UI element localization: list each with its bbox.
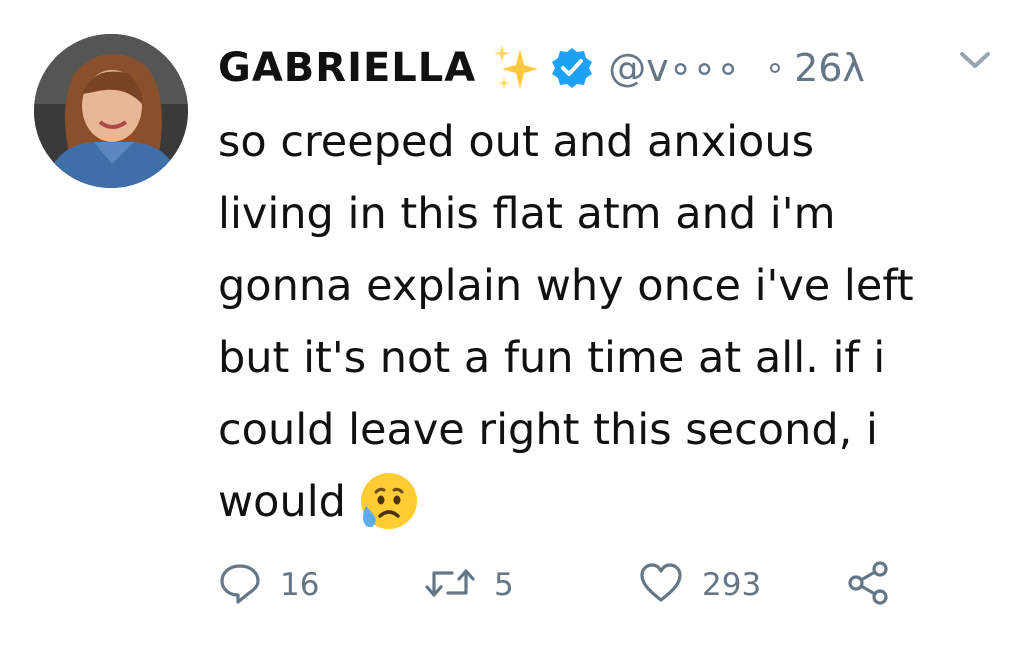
tweet-card[interactable]: GABRIELLA @v∘∘∘ 26λ so creeped out and a… [0,0,1024,657]
tweet-text: so creeped out and anxious living in thi… [218,106,1008,538]
separator-dot [770,63,781,73]
sad-but-relieved-face-icon [356,470,418,532]
tweet-actions: 16 5 293 [218,560,918,610]
avatar[interactable] [34,34,188,188]
display-name[interactable]: GABRIELLA [218,45,476,91]
like-count: 293 [702,567,762,603]
reply-count: 16 [280,567,320,603]
retweet-count: 5 [494,567,514,603]
tweet-text-line: living in this flat atm and i'm [218,189,836,239]
like-button[interactable]: 293 [638,560,761,610]
share-button[interactable] [846,560,892,610]
retweet-icon [424,561,476,609]
tweet-text-line: would [218,477,346,527]
reply-bubble-icon [218,561,262,609]
tweet-text-line: but it's not a fun time at all. if i [218,333,886,383]
heart-icon [638,561,684,609]
handle[interactable]: @v∘∘∘ [608,46,740,90]
retweet-button[interactable]: 5 [424,560,514,610]
tweet-header: GABRIELLA @v∘∘∘ 26λ [218,38,865,98]
reply-button[interactable]: 16 [218,560,319,610]
tweet-text-line: could leave right this second, i [218,405,878,455]
share-icon [846,560,892,610]
tweet-text-line: so creeped out and anxious [218,117,814,167]
tweet-text-last-line: would [218,466,1008,538]
chevron-down-icon[interactable] [958,48,992,72]
verified-badge-icon [550,46,594,90]
tweet-text-line: gonna explain why once i've left [218,261,914,311]
sparkles-icon [492,43,542,93]
timestamp[interactable]: 26λ [794,46,865,90]
